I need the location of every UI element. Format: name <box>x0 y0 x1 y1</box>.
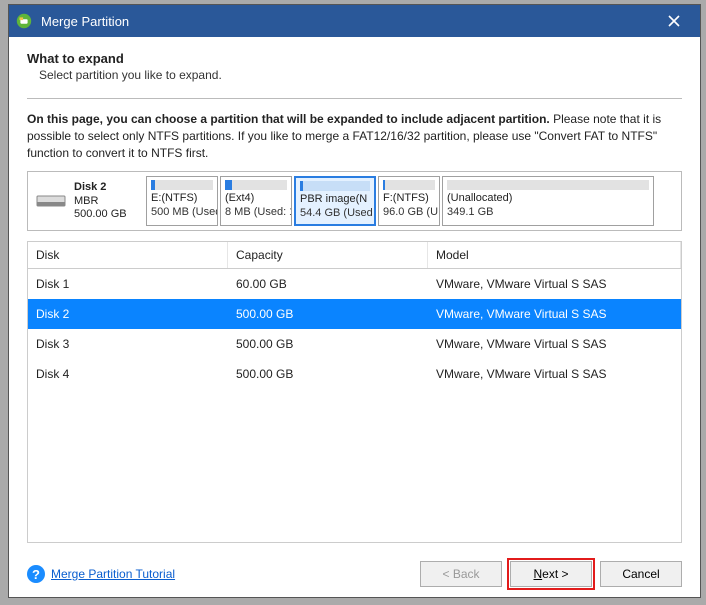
cell-model: VMware, VMware Virtual S SAS <box>428 359 681 389</box>
next-mnemonic: N <box>533 567 542 581</box>
partition-size: 96.0 GB (U <box>383 206 435 219</box>
dialog-body: What to expand Select partition you like… <box>9 37 700 597</box>
tutorial-link[interactable]: Merge Partition Tutorial <box>51 567 175 581</box>
disk-name: Disk 2 <box>74 181 127 195</box>
partition-label: PBR image(N <box>300 193 370 206</box>
disk-info: Disk 2 MBR 500.00 GB <box>74 181 127 222</box>
col-header-capacity[interactable]: Capacity <box>228 242 428 268</box>
cell-model: VMware, VMware Virtual S SAS <box>428 269 681 299</box>
page-subheading: Select partition you like to expand. <box>39 68 682 82</box>
page-heading: What to expand <box>27 51 682 66</box>
table-row[interactable]: Disk 2500.00 GBVMware, VMware Virtual S … <box>28 299 681 329</box>
disk-table: Disk Capacity Model Disk 160.00 GBVMware… <box>27 241 682 543</box>
divider <box>27 98 682 99</box>
cell-capacity: 500.00 GB <box>228 299 428 329</box>
partition-block[interactable]: (Unallocated)349.1 GB <box>442 176 654 226</box>
partition-size: 500 MB (Used: <box>151 206 213 219</box>
partition-block[interactable]: (Ext4)8 MB (Used: 1 <box>220 176 292 226</box>
partition-block[interactable]: PBR image(N54.4 GB (Used <box>294 176 376 226</box>
disk-size: 500.00 GB <box>74 208 127 222</box>
partition-map: Disk 2 MBR 500.00 GB E:(NTFS)500 MB (Use… <box>27 171 682 231</box>
table-row[interactable]: Disk 4500.00 GBVMware, VMware Virtual S … <box>28 359 681 389</box>
footer: ? Merge Partition Tutorial < Back Next >… <box>27 553 682 587</box>
app-icon <box>15 12 33 30</box>
partition-block[interactable]: E:(NTFS)500 MB (Used: <box>146 176 218 226</box>
col-header-disk[interactable]: Disk <box>28 242 228 268</box>
cell-disk: Disk 1 <box>28 269 228 299</box>
table-row[interactable]: Disk 160.00 GBVMware, VMware Virtual S S… <box>28 269 681 299</box>
cell-disk: Disk 2 <box>28 299 228 329</box>
back-button[interactable]: < Back <box>420 561 502 587</box>
cell-model: VMware, VMware Virtual S SAS <box>428 299 681 329</box>
dialog-window: Merge Partition What to expand Select pa… <box>8 4 701 598</box>
partition-size: 54.4 GB (Used <box>300 207 370 220</box>
disk-type: MBR <box>74 195 127 209</box>
usage-bar <box>383 180 435 190</box>
partition-size: 8 MB (Used: 1 <box>225 206 287 219</box>
usage-bar <box>151 180 213 190</box>
cell-disk: Disk 3 <box>28 329 228 359</box>
partition-label: E:(NTFS) <box>151 192 213 205</box>
table-row[interactable]: Disk 3500.00 GBVMware, VMware Virtual S … <box>28 329 681 359</box>
usage-bar <box>225 180 287 190</box>
usage-bar <box>300 181 370 191</box>
titlebar: Merge Partition <box>9 5 700 37</box>
col-header-model[interactable]: Model <box>428 242 681 268</box>
instruction-text: On this page, you can choose a partition… <box>27 111 682 161</box>
next-rest: ext > <box>542 567 568 581</box>
cancel-button[interactable]: Cancel <box>600 561 682 587</box>
next-button[interactable]: Next > <box>510 561 592 587</box>
cell-capacity: 60.00 GB <box>228 269 428 299</box>
disk-icon <box>36 192 66 210</box>
help-section: ? Merge Partition Tutorial <box>27 565 175 583</box>
cell-disk: Disk 4 <box>28 359 228 389</box>
cell-model: VMware, VMware Virtual S SAS <box>428 329 681 359</box>
cell-capacity: 500.00 GB <box>228 359 428 389</box>
partition-size: 349.1 GB <box>447 206 649 219</box>
partition-label: F:(NTFS) <box>383 192 435 205</box>
usage-bar <box>447 180 649 190</box>
help-icon: ? <box>27 565 45 583</box>
partition-block[interactable]: F:(NTFS)96.0 GB (U <box>378 176 440 226</box>
partition-label: (Ext4) <box>225 192 287 205</box>
table-body: Disk 160.00 GBVMware, VMware Virtual S S… <box>28 269 681 542</box>
cell-capacity: 500.00 GB <box>228 329 428 359</box>
close-button[interactable] <box>654 5 694 37</box>
window-title: Merge Partition <box>41 14 654 29</box>
table-header: Disk Capacity Model <box>28 242 681 269</box>
disk-summary: Disk 2 MBR 500.00 GB <box>32 176 142 226</box>
partitions-container: E:(NTFS)500 MB (Used:(Ext4)8 MB (Used: 1… <box>146 176 677 226</box>
instruction-bold: On this page, you can choose a partition… <box>27 112 550 126</box>
partition-label: (Unallocated) <box>447 192 649 205</box>
